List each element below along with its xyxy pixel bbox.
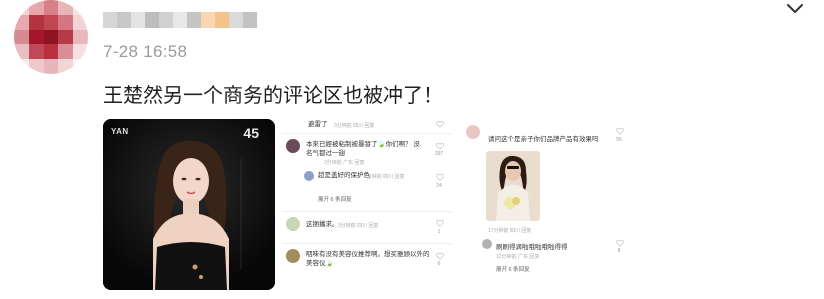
divider bbox=[282, 211, 452, 212]
commenter-avatar bbox=[286, 139, 300, 153]
list-item: 避雷了 3分钟前 四川 回复 bbox=[286, 119, 446, 131]
comment-meta: 17分钟前 四川 回复 bbox=[488, 228, 532, 234]
chevron-down-icon[interactable] bbox=[786, 2, 804, 16]
list-item: 请问这个是亲子你们品牌产品有效果吗 55 17分钟前 四川 回复 bbox=[466, 125, 626, 235]
comment-text: 咽味有没有美容仪推荐啊。想买雅顾以外的美容仪🍃 bbox=[306, 251, 430, 267]
like-count: 24 bbox=[436, 183, 442, 189]
commenter-avatar bbox=[286, 249, 300, 263]
brand-logo-text: YAN bbox=[111, 127, 129, 136]
like-count: 1 bbox=[437, 229, 441, 235]
expand-replies-link[interactable]: 展开 6 条回复 bbox=[496, 265, 530, 273]
comment-meta: 12分钟前 广东 回复 bbox=[496, 254, 540, 260]
post-timestamp: 7-28 16:58 bbox=[103, 42, 188, 61]
heart-icon[interactable] bbox=[436, 120, 444, 128]
comment-meta: 1分钟前 四川 回复 bbox=[364, 174, 405, 180]
comment-text: 避雷了 bbox=[308, 121, 328, 128]
heart-icon[interactable] bbox=[436, 219, 444, 227]
portrait-illustration bbox=[103, 119, 275, 290]
post-text: 王楚然另一个商务的评论区也被冲了！ bbox=[103, 85, 443, 107]
commenter-avatar bbox=[304, 171, 314, 181]
commenter-avatar bbox=[482, 239, 492, 249]
list-item: 刷刷得滴啦哦啦哦啦得得 8 12分钟前 广东 回复 展开 6 条回复 bbox=[482, 239, 626, 279]
comment-meta: 3分钟前 四川 回复 bbox=[334, 123, 375, 129]
heart-icon[interactable] bbox=[436, 173, 444, 181]
heart-icon[interactable] bbox=[616, 127, 624, 135]
divider bbox=[282, 243, 452, 244]
attached-photo[interactable] bbox=[486, 151, 540, 221]
comment-text: 本來已經被粘制被暴發了🍃你们啊？ 没名气都过一翅 bbox=[306, 141, 420, 157]
comment-text: 刷刷得滴啦哦啦哦啦得得 bbox=[496, 244, 568, 251]
comment-text: 这捆播求。 bbox=[306, 221, 339, 228]
comment-text: 请问这个是亲子你们品牌产品有效果吗 bbox=[488, 136, 599, 143]
username[interactable] bbox=[103, 12, 257, 28]
list-item: 咽味有没有美容仪推荐啊。想买雅顾以外的美容仪🍃 6 bbox=[286, 249, 446, 289]
post-image-portrait[interactable]: YAN 45 bbox=[103, 119, 275, 290]
post-image-comments-2[interactable]: 请问这个是亲子你们品牌产品有效果吗 55 17分钟前 四川 回复 刷刷得滴啦哦啦… bbox=[462, 119, 632, 290]
divider bbox=[282, 133, 452, 134]
poster-number: 45 bbox=[243, 125, 259, 141]
list-item: 这捆播求。 3分钟前 四川 回复 1 bbox=[286, 217, 446, 241]
heart-icon[interactable] bbox=[436, 142, 444, 150]
like-count: 55 bbox=[616, 137, 622, 143]
heart-icon[interactable] bbox=[616, 239, 624, 247]
comment-meta: 3分钟前 四川 回复 bbox=[338, 223, 379, 229]
like-count: 6 bbox=[437, 261, 441, 267]
post-image-comments-1[interactable]: 避雷了 3分钟前 四川 回复 本來已經被粘制被暴發了🍃你们啊？ 没名气都过一翅 … bbox=[282, 119, 452, 290]
expand-replies-link[interactable]: 展开 6 条回复 bbox=[318, 195, 352, 203]
commenter-avatar bbox=[466, 125, 480, 139]
like-count: 8 bbox=[617, 248, 621, 254]
like-count: 397 bbox=[434, 151, 444, 157]
list-item: 超是盖好的保护色 1分钟前 四川 回复 24 展开 6 条回复 bbox=[304, 171, 446, 205]
comment-meta: 3分钟前 广东 回复 bbox=[324, 160, 365, 166]
comment-text: 超是盖好的保护色 bbox=[318, 172, 370, 179]
heart-icon[interactable] bbox=[436, 252, 444, 260]
commenter-avatar bbox=[286, 217, 300, 231]
avatar[interactable] bbox=[14, 0, 88, 74]
